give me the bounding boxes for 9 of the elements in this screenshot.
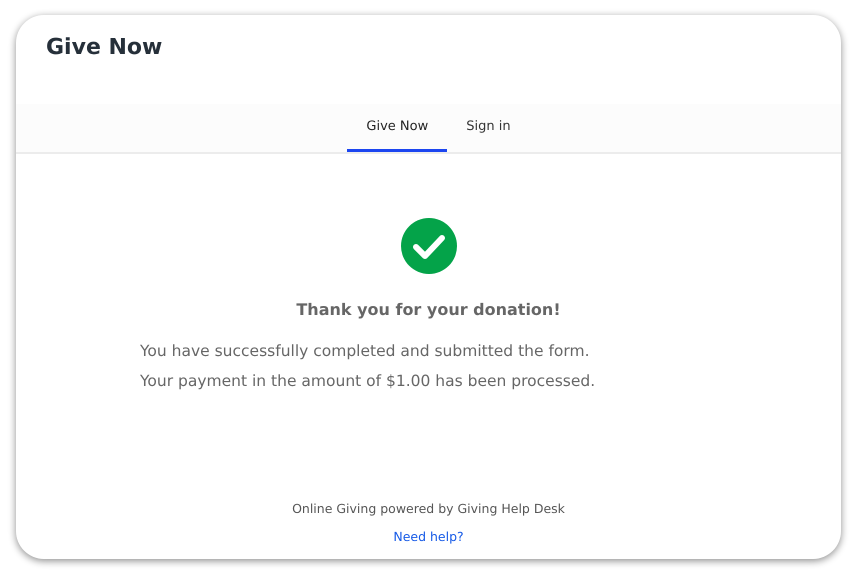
success-check-icon — [400, 218, 456, 274]
confirmation-text: You have successfully completed and submitted the form. — [140, 341, 591, 361]
tab[interactable]: Sign in — [447, 104, 530, 152]
tab[interactable]: Give Now — [347, 104, 448, 152]
footer-text: Online Giving powered by Giving Help Desk — [292, 501, 565, 516]
confirmation-heading: Thank you for your donation! — [296, 300, 561, 319]
page-title: Give Now — [46, 35, 164, 60]
help-link[interactable]: Need help? — [393, 529, 464, 544]
confirmation-text: Your payment in the amount of $1.00 has been processed. — [140, 371, 596, 391]
